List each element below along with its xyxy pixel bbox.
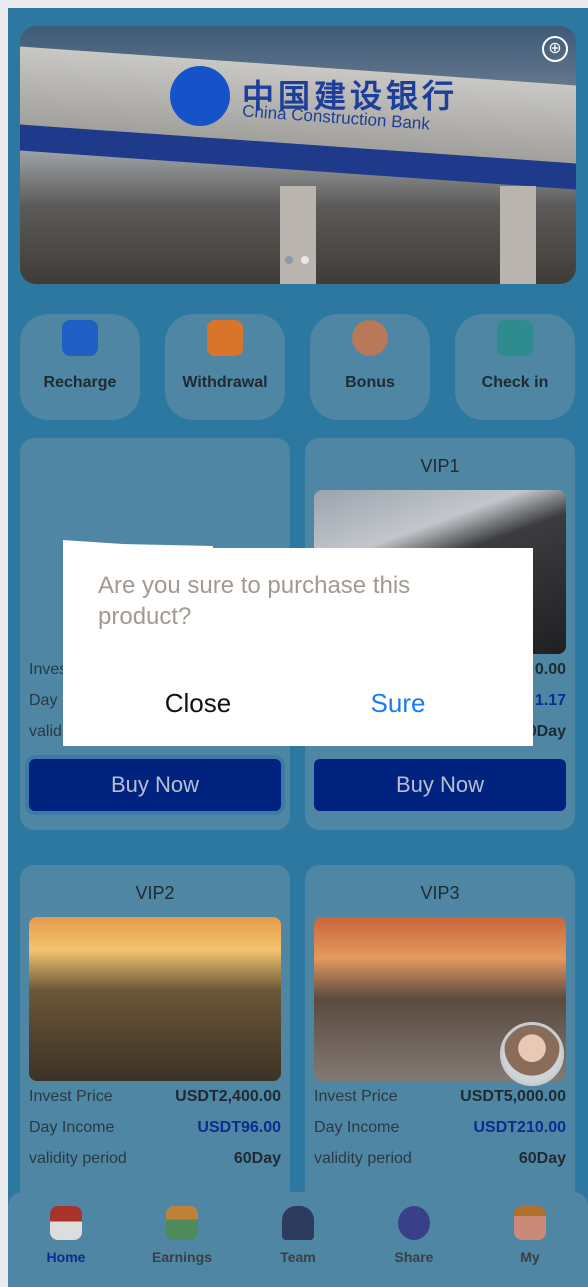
validity-row: validity period 60Day bbox=[29, 1143, 281, 1174]
row-label: Invest Price bbox=[29, 1087, 113, 1105]
bonus-button[interactable]: Bonus bbox=[310, 314, 430, 420]
invest-price-row: Invest Price USDT2,400.00 bbox=[29, 1081, 281, 1112]
bonus-label: Bonus bbox=[345, 374, 395, 391]
row-value: 60Day bbox=[518, 1149, 566, 1167]
row-label: validity period bbox=[29, 1149, 127, 1167]
nav-share[interactable]: Share bbox=[356, 1192, 472, 1287]
dot-active[interactable] bbox=[301, 256, 309, 264]
row-value: USDT96.00 bbox=[197, 1118, 281, 1136]
check-in-label: Check in bbox=[481, 374, 549, 391]
nav-earnings[interactable]: Earnings bbox=[124, 1192, 240, 1287]
home-icon bbox=[50, 1206, 82, 1240]
row-label: Invest Price bbox=[314, 1087, 398, 1105]
product-title: VIP1 bbox=[420, 456, 460, 476]
pillar bbox=[500, 186, 536, 284]
product-card-vip2: VIP2 Invest Price USDT2,400.00 Day Income… bbox=[20, 865, 290, 1205]
close-button[interactable]: Close bbox=[98, 688, 298, 719]
nav-team[interactable]: Team bbox=[240, 1192, 356, 1287]
day-income-row: Day Income USDT210.00 bbox=[314, 1112, 566, 1143]
withdrawal-label: Withdrawal bbox=[182, 374, 268, 391]
wallet-icon bbox=[62, 320, 98, 356]
row-value: 60Day bbox=[233, 1149, 281, 1167]
row-value: USDT5,000.00 bbox=[460, 1087, 566, 1105]
confirm-dialog: Are you sure to purchase this product? C… bbox=[63, 548, 533, 746]
product-title: VIP3 bbox=[420, 883, 460, 903]
nav-my[interactable]: My bbox=[472, 1192, 588, 1287]
dialog-message: Are you sure to purchase this product? bbox=[98, 572, 411, 630]
carousel-dots bbox=[285, 256, 309, 264]
dot[interactable] bbox=[285, 256, 293, 264]
banner-carousel[interactable]: 中国建设银行 China Construction Bank ⊕ bbox=[20, 26, 576, 284]
globe-icon[interactable]: ⊕ bbox=[542, 36, 568, 62]
bottom-nav: Home Earnings Team Share My bbox=[8, 1192, 588, 1287]
row-value: 0.00 bbox=[534, 660, 566, 678]
row-value: 0Day bbox=[527, 722, 566, 740]
bank-logo bbox=[170, 66, 230, 126]
check-in-icon bbox=[497, 320, 533, 356]
buy-now-button[interactable]: Buy Now bbox=[29, 759, 281, 811]
withdrawal-button[interactable]: Withdrawal bbox=[165, 314, 285, 420]
nav-label: Earnings bbox=[152, 1249, 212, 1265]
row-label: Day Income bbox=[314, 1118, 400, 1136]
money-bag-icon bbox=[166, 1206, 198, 1240]
share-icon bbox=[398, 1206, 430, 1240]
recharge-button[interactable]: Recharge bbox=[20, 314, 140, 420]
product-title bbox=[20, 456, 290, 480]
validity-row: validity period 60Day bbox=[314, 1143, 566, 1174]
nav-label: Team bbox=[280, 1249, 316, 1265]
day-income-row: Day Income USDT96.00 bbox=[29, 1112, 281, 1143]
row-value: USDT210.00 bbox=[473, 1118, 567, 1136]
check-in-button[interactable]: Check in bbox=[455, 314, 575, 420]
nav-label: My bbox=[520, 1249, 540, 1265]
team-icon bbox=[282, 1206, 314, 1240]
product-title: VIP2 bbox=[135, 883, 175, 903]
card-icon bbox=[207, 320, 243, 356]
row-label: Day Income bbox=[29, 1118, 115, 1136]
customer-service-avatar[interactable] bbox=[500, 1022, 564, 1086]
row-value: 1.17 bbox=[534, 691, 566, 709]
row-value: USDT2,400.00 bbox=[175, 1087, 281, 1105]
profile-avatar-icon bbox=[514, 1206, 546, 1240]
nav-home[interactable]: Home bbox=[8, 1192, 124, 1287]
nav-label: Home bbox=[46, 1249, 86, 1265]
recharge-label: Recharge bbox=[43, 374, 117, 391]
buy-now-button[interactable]: Buy Now bbox=[314, 759, 566, 811]
nav-label: Share bbox=[394, 1249, 434, 1265]
product-image bbox=[29, 917, 281, 1081]
row-label: valid bbox=[29, 722, 62, 740]
row-label: validity period bbox=[314, 1149, 412, 1167]
bonus-icon bbox=[352, 320, 388, 356]
sure-button[interactable]: Sure bbox=[298, 688, 498, 719]
row-label: Inves bbox=[29, 660, 68, 678]
row-label: Day bbox=[29, 691, 58, 709]
pillar bbox=[280, 186, 316, 284]
